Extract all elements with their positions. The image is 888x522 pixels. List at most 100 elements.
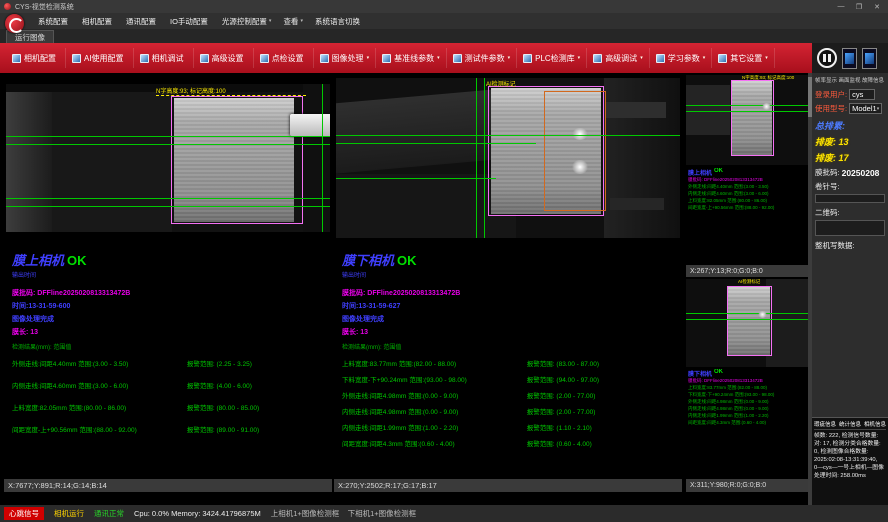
toolbar-button-label: 学习参数 [668, 53, 700, 64]
alarm-range: 报警范围: (2.00 - 77.00) [527, 390, 678, 400]
app-window: CYS-视觉检测系统 — ❐ ✕ 系统配置 相机配置 通讯配置 IO手动配置 [0, 0, 888, 522]
stats-line: 对: 17, 检测分类合格数量: [814, 440, 886, 448]
stats-tab[interactable]: 统计信息 [839, 420, 861, 428]
menu-item[interactable]: 查看 ▾ [277, 16, 309, 27]
menu-item[interactable]: 系统配置 [32, 16, 76, 27]
left-camera-measurements: 外侧走线:间距4.40mm 范围:(3.00 - 3.50) 报警范围: (2.… [12, 358, 330, 434]
toolbar-button[interactable]: 高级调试 ▾ [587, 48, 650, 68]
toolbar-right-cluster [812, 43, 888, 73]
toolbar-button[interactable]: 点检设置 [254, 48, 314, 68]
toolbar-button-label: 其它设置 [730, 53, 762, 64]
preview-camera-image-1[interactable]: N字高度:93; 标记高度:100 [686, 75, 808, 165]
login-user-row: 登录用户: cys [815, 89, 885, 100]
ai-detection-rectangle [544, 91, 606, 211]
left-overlay-label: N字高度:93; 标记高度:100 [156, 86, 226, 95]
toolbar-button-icon [593, 54, 602, 63]
toolbar-button[interactable]: 其它设置 ▾ [712, 48, 775, 68]
measure-line-vertical [484, 78, 485, 238]
stats-line: 2025:02:08-13:31:39:40, [814, 456, 886, 464]
menu-item[interactable]: 光源控制配置 ▾ [216, 16, 278, 27]
preview-title: 膜下相机 OK [688, 369, 806, 378]
measure-line-vertical [322, 84, 323, 232]
chevron-down-icon: ▾ [877, 106, 880, 112]
toolbar-button[interactable]: 图像处理 ▾ [314, 48, 377, 68]
alarm-range: 报警范围: (80.00 - 85.00) [187, 402, 330, 412]
toolbar-button[interactable]: 相机调试 [134, 48, 194, 68]
preview-measure-value: 间距宽度-上+90.56mm 范围:(88.00 - 92.00) [688, 205, 774, 210]
qr-code-input[interactable] [815, 220, 885, 236]
machine-background [686, 85, 730, 135]
alarm-range: 报警范围: (4.00 - 6.00) [187, 380, 330, 390]
frame-info: 上相机1+图像检测框 下相机1+图像检测框 [271, 508, 416, 519]
alarm-range: 报警范围: (83.00 - 87.00) [527, 358, 678, 368]
left-camera-result-panel: 膜上相机 OK 输出时间 膜批码: DFFline202502081331347… [12, 250, 330, 446]
menu-bar: 系统配置 相机配置 通讯配置 IO手动配置 光源控制配置 ▾ [0, 13, 888, 29]
preview-camera-image-2[interactable]: AI检测标记 [686, 279, 808, 367]
comm-status: 通讯正常 [94, 508, 124, 519]
menu-item-label: 通讯配置 [126, 16, 156, 27]
status-badge-1: 排废: 13 [815, 135, 885, 148]
model-row: 使用型号: Model1 ▾ [815, 103, 885, 114]
preview-measure-line: 外侧走线:间距4.98mm 范围:(0.00 - 9.00) [688, 398, 806, 405]
toolbar-button[interactable]: PLC检测库 ▾ [517, 48, 587, 68]
left-camera-image[interactable]: N字高度:93; 标记高度:100 [6, 84, 330, 232]
roi-rectangle [727, 286, 772, 356]
toolbar-button[interactable]: 相机配置 [6, 48, 66, 68]
menu-item[interactable]: 相机配置 [76, 16, 120, 27]
toolbar-button-label: 高级调试 [605, 53, 637, 64]
clamp-object [290, 114, 330, 136]
left-camera-title-row: 膜上相机 OK [12, 250, 330, 269]
measure-line-vertical [476, 78, 477, 238]
stats-tab[interactable]: 相机信息 [864, 420, 886, 428]
chevron-down-icon: ▾ [437, 55, 440, 61]
preview-measure-line: 内侧走线:间距4.98mm 范围:(0.00 - 9.00) [688, 405, 806, 412]
toolbar-button[interactable]: 测试件参数 ▾ [447, 48, 518, 68]
maximize-button[interactable]: ❐ [852, 3, 866, 11]
toolbar-button-label: 相机调试 [152, 53, 184, 64]
preview-measure-value: 上料宽度:83.77mm 范围:(82.00 - 88.00) [688, 385, 767, 390]
measure-line [336, 178, 496, 179]
write-data-label: 整机写数据: [815, 240, 885, 251]
minimize-button[interactable]: — [834, 3, 848, 10]
left-camera-title: 膜上相机 [12, 250, 64, 269]
toolbar-button[interactable]: 基准线参数 ▾ [376, 48, 447, 68]
reflection-spot [572, 128, 588, 140]
machine-background [303, 84, 330, 232]
toolbar-button[interactable]: 高级设置 [194, 48, 254, 68]
stats-tabs: 瑕疵信息统计信息相机信息 [814, 420, 886, 430]
measurement-value: 下料宽度-下+90.24mm 范围:(93.00 - 98.00) [342, 374, 527, 384]
roll-number-input[interactable] [815, 194, 885, 203]
toolbar-button-label: AI使用配置 [84, 53, 124, 64]
heartbeat-badge[interactable]: 心跳信号 [4, 507, 44, 520]
measurement-value: 内侧走线:间距4.60mm 范围:(3.00 - 6.00) [12, 380, 187, 390]
measurement-row: 内侧走线:间距4.98mm 范围:(0.00 - 9.00) 报警范围: (2.… [342, 406, 678, 416]
statistics-panel: 瑕疵信息统计信息相机信息 帧数: 222, 检测信号数量:对: 17, 检测分类… [812, 417, 888, 505]
stats-lines: 帧数: 222, 检测信号数量:对: 17, 检测分类合格数量:0, 检测图像合… [814, 432, 886, 480]
menu-item[interactable]: IO手动配置 [164, 16, 216, 27]
menu-item[interactable]: 通讯配置 [120, 16, 164, 27]
right-camera-pixel-readout: X:270;Y:2502;R:17;G:17;B:17 [334, 479, 682, 492]
preview-result-text-1: 膜上相机 OK 膜批码: DFFline2025020813313472B 外侧… [688, 168, 806, 263]
toolbar-button[interactable]: 学习参数 ▾ [650, 48, 713, 68]
right-camera-ok-status: OK [397, 253, 417, 268]
batch-code-label: 膜批码: [815, 167, 840, 178]
machine-background [610, 198, 664, 210]
measurement-row: 下料宽度-下+90.24mm 范围:(93.00 - 98.00) 报警范围: … [342, 374, 678, 384]
toolbar-button-label: 相机配置 [24, 53, 56, 64]
close-button[interactable]: ✕ [870, 3, 884, 11]
alarm-range: 报警范围: (1.10 - 2.10) [527, 422, 678, 432]
pause-button[interactable] [817, 48, 837, 68]
toolbar-button[interactable]: AI使用配置 [66, 48, 134, 68]
model-select[interactable]: Model1 ▾ [849, 103, 882, 114]
camera-view-button-1[interactable] [842, 48, 857, 69]
measurement-row: 间距宽度-上+90.56mm 范围:(88.00 - 92.00) 报警范围: … [12, 424, 330, 434]
right-camera-image[interactable]: AI检测标记 [336, 78, 680, 238]
roll-number-label: 卷针号: [815, 181, 885, 192]
stats-tab[interactable]: 瑕疵信息 [814, 420, 836, 428]
login-user-label: 登录用户: [815, 89, 847, 100]
menu-item[interactable]: 系统语言切换 [309, 16, 368, 27]
left-camera-pixel-readout: X:7677;Y:891;R:14;G:14;B:14 [4, 479, 332, 492]
preview-measure-value: 间距宽度:间距4.3mm 范围:(0.60 - 4.00) [688, 420, 766, 425]
preview-measure-value: 下料宽度-下+90.24mm 范围:(93.00 - 98.00) [688, 392, 774, 397]
camera-view-button-2[interactable] [862, 48, 877, 69]
